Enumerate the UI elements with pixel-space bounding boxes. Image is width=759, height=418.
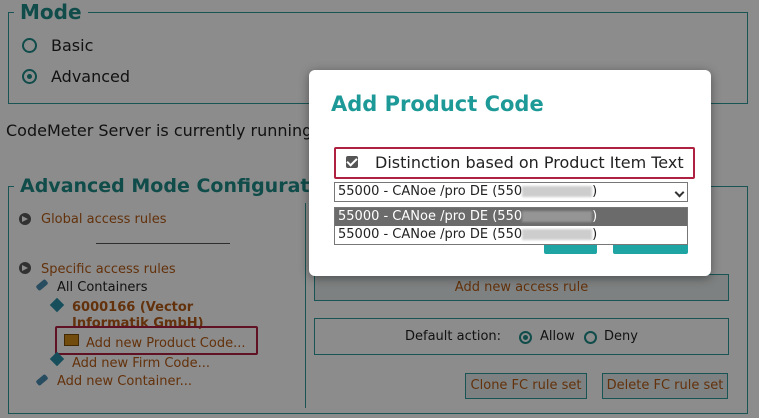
dropdown-option[interactable]: 55000 - CANoe /pro DE (550)	[335, 208, 687, 226]
add-product-code-dialog: Add Product Code Distinction based on Pr…	[309, 70, 711, 276]
option-label: 55000 - CANoe /pro DE (550	[338, 209, 523, 224]
select-value-suffix: )	[592, 184, 598, 199]
distinction-checkbox[interactable]	[346, 156, 358, 168]
product-code-dropdown-list: 55000 - CANoe /pro DE (550) 55000 - CANo…	[334, 207, 688, 245]
redacted-code	[522, 211, 593, 222]
dropdown-option[interactable]: 55000 - CANoe /pro DE (550)	[335, 226, 687, 244]
redacted-code	[522, 229, 593, 240]
option-suffix: )	[592, 227, 598, 242]
option-suffix: )	[592, 209, 598, 224]
dialog-title: Add Product Code	[331, 92, 544, 116]
product-code-select[interactable]: 55000 - CANoe /pro DE (550)	[334, 182, 688, 202]
distinction-label: Distinction based on Product Item Text	[375, 153, 684, 172]
option-label: 55000 - CANoe /pro DE (550	[338, 227, 523, 242]
redacted-code	[522, 186, 593, 197]
select-value: 55000 - CANoe /pro DE (550	[338, 184, 523, 199]
chevron-down-icon	[674, 187, 685, 198]
